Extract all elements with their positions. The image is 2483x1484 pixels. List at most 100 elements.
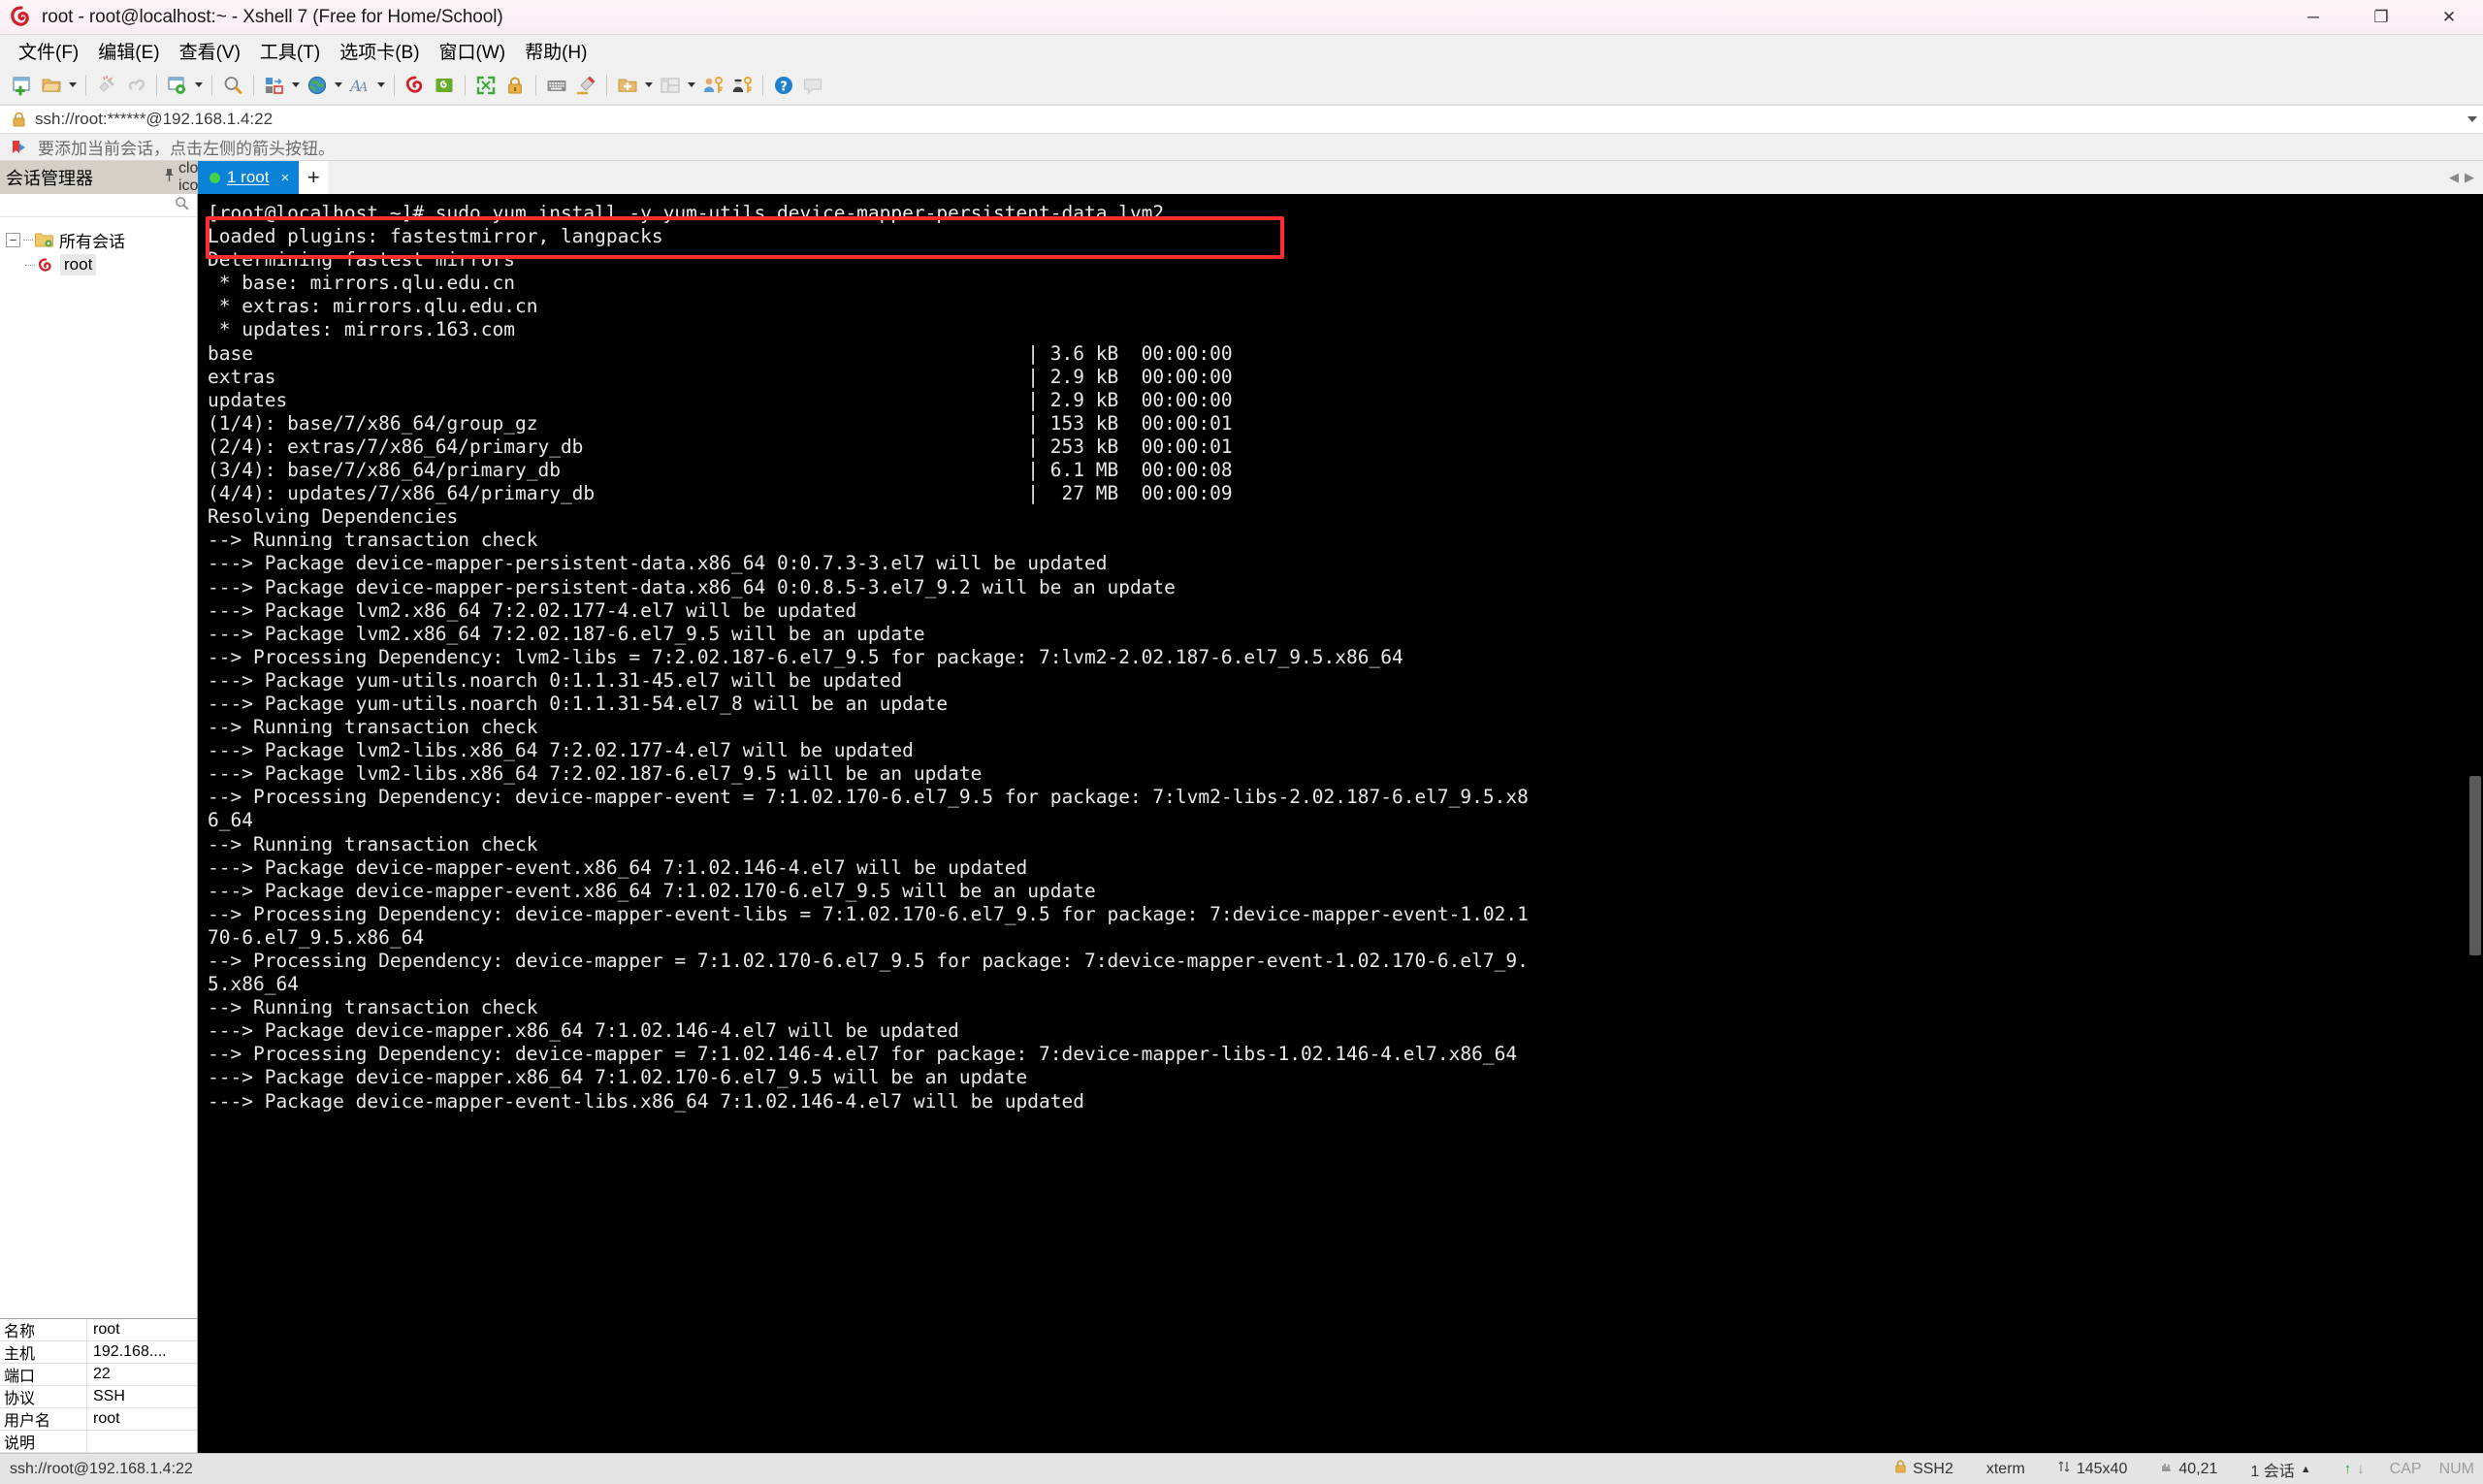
download-arrow-icon: ↓	[2357, 1461, 2365, 1477]
layout-arrange-dropdown-icon[interactable]	[289, 71, 303, 100]
status-size: 145x40	[2042, 1460, 2144, 1478]
feedback-icon[interactable]	[798, 71, 827, 100]
table-row: 名称 root	[0, 1319, 197, 1341]
terminal-output[interactable]: [root@localhost ~]# sudo yum install -y …	[198, 194, 2467, 1453]
prop-value: root	[93, 1321, 120, 1338]
table-row: 用户名 root	[0, 1408, 197, 1431]
prop-key: 主机	[0, 1341, 87, 1363]
toolbar-separator	[85, 74, 86, 96]
status-cursor: 40,21	[2144, 1460, 2234, 1478]
reconnect-icon[interactable]	[121, 71, 150, 100]
font-dropdown-icon[interactable]	[374, 71, 388, 100]
terminal-scrollbar[interactable]	[2467, 194, 2483, 1453]
tab-status-dot	[210, 172, 220, 183]
chevron-down-icon[interactable]	[2462, 106, 2483, 133]
disconnect-icon[interactable]	[92, 71, 121, 100]
session-properties-icon[interactable]	[163, 71, 192, 100]
bookmark-arrow-icon	[12, 140, 29, 155]
split-layout-dropdown-icon[interactable]	[685, 71, 698, 100]
menu-file[interactable]: 文件(F)	[10, 35, 87, 67]
globe-encoding-dropdown-icon[interactable]	[332, 71, 345, 100]
menu-help[interactable]: 帮助(H)	[516, 35, 596, 67]
menu-edit[interactable]: 编辑(E)	[89, 35, 168, 67]
menu-window[interactable]: 窗口(W)	[431, 35, 515, 67]
fullscreen-icon[interactable]	[471, 71, 500, 100]
xftp-icon[interactable]	[430, 71, 459, 100]
toolbar-separator	[156, 74, 157, 96]
address-bar[interactable]: ssh://root:******@192.168.1.4:22	[0, 105, 2483, 134]
prop-value: SSH	[93, 1388, 125, 1404]
upload-arrow-icon: ↑	[2343, 1461, 2352, 1477]
session-properties-dropdown-icon[interactable]	[192, 71, 206, 100]
prop-value: 22	[93, 1366, 111, 1382]
cursor-icon	[2160, 1460, 2173, 1478]
search-icon[interactable]	[175, 196, 189, 215]
tree-row-root-session[interactable]: root	[0, 252, 197, 277]
tab-row: 会话管理器 close-icon 1 root × + ◀ ▶	[0, 160, 2483, 195]
tree-label-all-sessions: 所有会话	[59, 232, 125, 251]
svg-text:?: ?	[780, 80, 788, 94]
agent-key-icon[interactable]	[727, 71, 757, 100]
help-icon[interactable]: ?	[769, 71, 798, 100]
tab-next-icon[interactable]: ▶	[2462, 170, 2477, 185]
tree-collapse-toggle[interactable]: −	[6, 232, 20, 247]
tab-close-icon[interactable]: ×	[280, 170, 289, 186]
new-folder-icon[interactable]	[613, 71, 642, 100]
prop-key: 名称	[0, 1319, 87, 1340]
menu-tabs[interactable]: 选项卡(B)	[331, 35, 428, 67]
close-button[interactable]: ✕	[2415, 0, 2483, 35]
address-input[interactable]: ssh://root:******@192.168.1.4:22	[35, 110, 2462, 129]
toolbar-separator	[211, 74, 212, 96]
title-bar: root - root@localhost:~ - Xshell 7 (Free…	[0, 0, 2483, 35]
xshell-session-icon	[37, 257, 54, 274]
status-bar: ssh://root@192.168.1.4:22 SSH2 xterm 145…	[0, 1453, 2483, 1484]
session-manager-close-icon[interactable]: close-icon	[178, 160, 220, 195]
tree-row-all-sessions[interactable]: − 所有会话	[0, 227, 197, 252]
session-search-row[interactable]	[0, 194, 197, 217]
new-tab-button[interactable]: +	[299, 161, 329, 194]
tree-label-root-session: root	[60, 254, 97, 275]
new-folder-dropdown-icon[interactable]	[642, 71, 656, 100]
open-folder-icon[interactable]	[37, 71, 66, 100]
pin-icon[interactable]	[159, 168, 178, 187]
minimize-button[interactable]: ─	[2279, 0, 2347, 35]
lock-session-icon[interactable]	[500, 71, 530, 100]
tabs-area: 1 root × + ◀ ▶	[198, 161, 2483, 194]
resize-icon	[2058, 1460, 2071, 1478]
tabs-spacer	[328, 161, 2446, 194]
menu-view[interactable]: 查看(V)	[171, 35, 249, 67]
status-sessions-label: 1 会话	[2250, 1463, 2295, 1480]
toolbar-separator	[253, 74, 254, 96]
highlight-pen-icon[interactable]	[571, 71, 600, 100]
user-key-icon[interactable]	[698, 71, 727, 100]
menu-bar: 文件(F) 编辑(E) 查看(V) 工具(T) 选项卡(B) 窗口(W) 帮助(…	[0, 35, 2483, 66]
menu-tools[interactable]: 工具(T)	[251, 35, 329, 67]
maximize-button[interactable]: ❐	[2347, 0, 2415, 35]
terminal-scrollbar-thumb[interactable]	[2469, 776, 2481, 955]
new-session-icon[interactable]	[8, 71, 37, 100]
prop-key: 用户名	[0, 1408, 87, 1430]
font-icon[interactable]: A A	[345, 71, 374, 100]
globe-encoding-icon[interactable]	[303, 71, 332, 100]
xshell-logo-icon	[9, 5, 34, 30]
folder-sessions-icon	[35, 232, 53, 248]
chevron-up-icon[interactable]: ▲	[2301, 1464, 2311, 1475]
tab-root[interactable]: 1 root ×	[198, 161, 300, 194]
split-layout-icon[interactable]	[656, 71, 685, 100]
session-manager-title: 会话管理器	[6, 169, 93, 188]
svg-text:A: A	[358, 81, 368, 95]
toolbar-separator	[762, 74, 763, 96]
layout-arrange-icon[interactable]	[260, 71, 289, 100]
session-tree: − 所有会话 root	[0, 217, 197, 1318]
status-protocol-label: SSH2	[1913, 1460, 1953, 1477]
status-protocol: SSH2	[1878, 1460, 1970, 1478]
status-cursor-label: 40,21	[2178, 1460, 2218, 1477]
tab-prev-icon[interactable]: ◀	[2446, 170, 2462, 185]
session-properties-table: 名称 root 主机 192.168.... 端口 22 协议 SSH 用户名 …	[0, 1318, 197, 1453]
keyboard-icon[interactable]	[542, 71, 571, 100]
find-icon[interactable]	[218, 71, 247, 100]
terminal-panel[interactable]: [root@localhost ~]# sudo yum install -y …	[198, 194, 2483, 1453]
xshell-logo-icon[interactable]	[401, 71, 430, 100]
open-folder-dropdown-icon[interactable]	[66, 71, 80, 100]
status-sessions[interactable]: 1 会话 ▲	[2234, 1458, 2327, 1481]
